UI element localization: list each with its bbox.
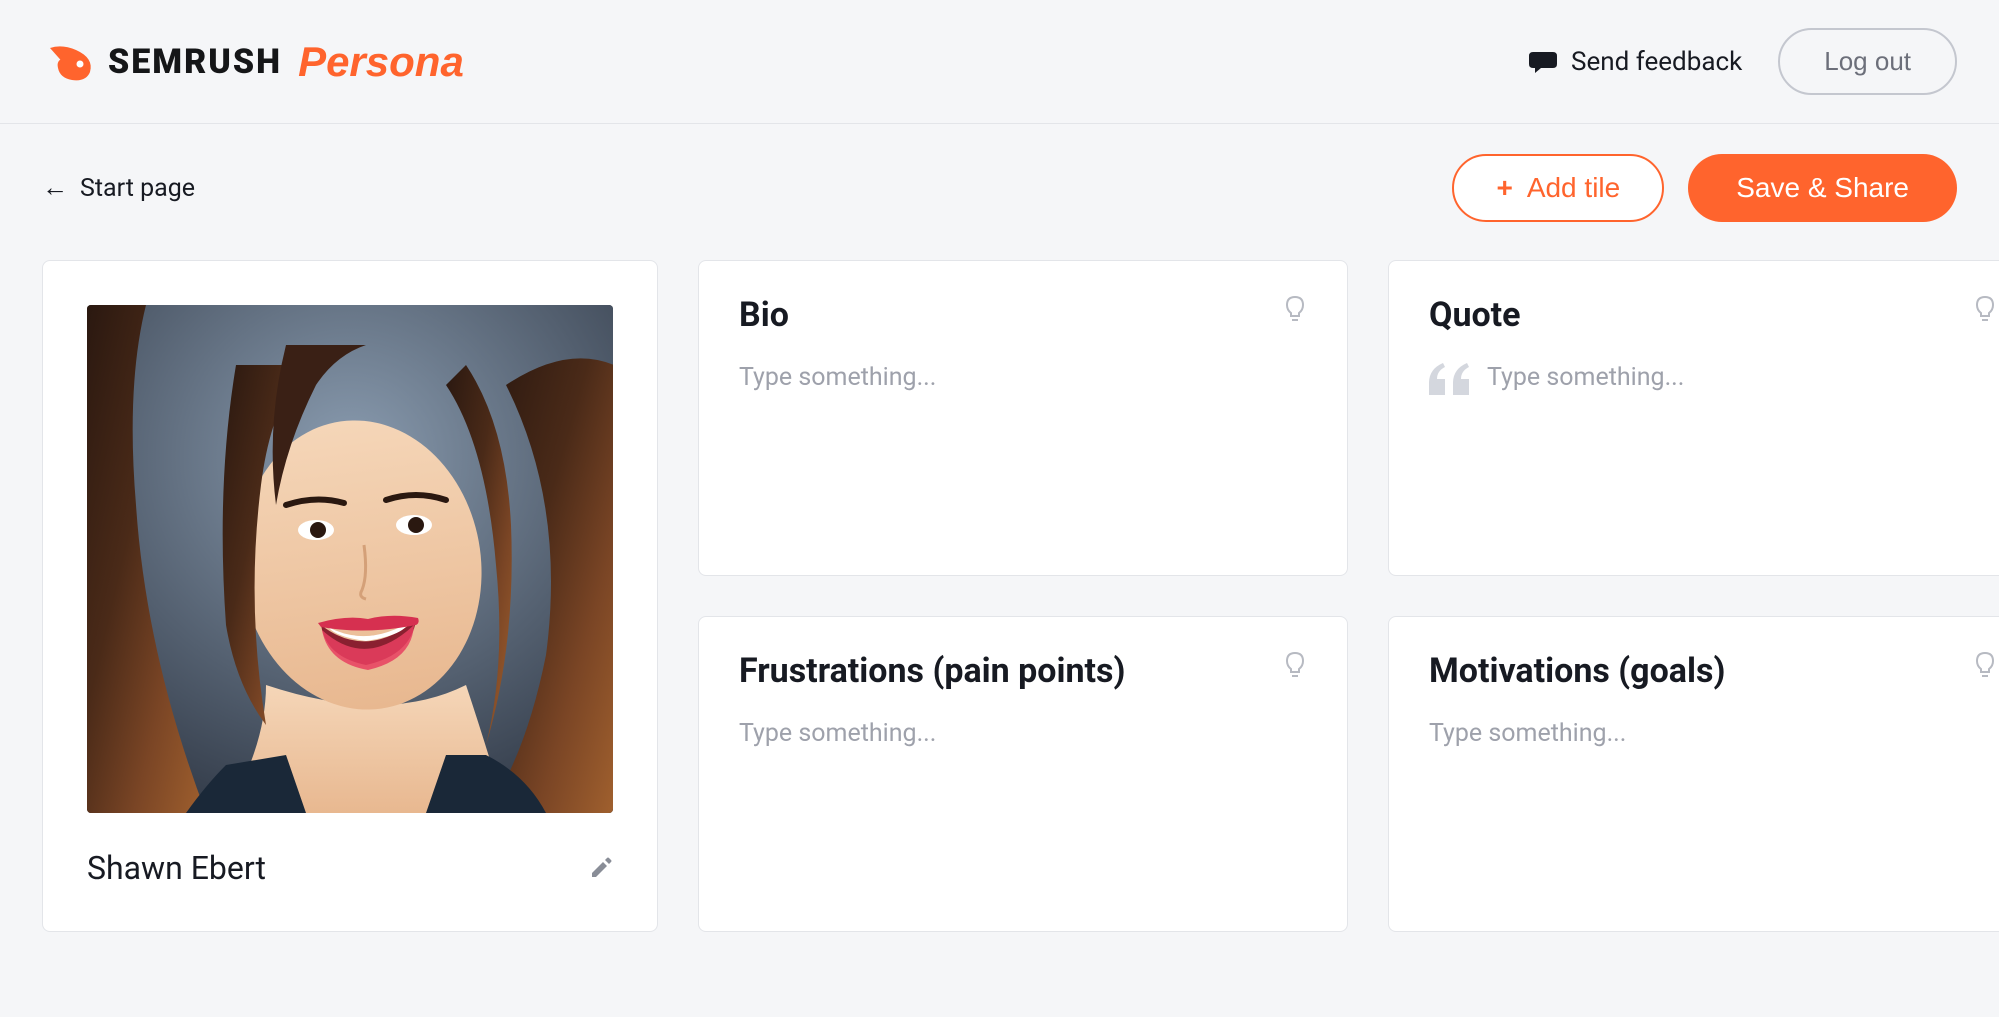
motivations-input[interactable] [1429, 719, 1997, 748]
persona-name-row: Shawn Ebert [87, 849, 613, 887]
send-feedback-link[interactable]: Send feedback [1529, 47, 1742, 77]
frustrations-tile: Frustrations (pain points) [698, 616, 1348, 932]
chat-icon [1529, 50, 1557, 74]
motivations-title: Motivations (goals) [1429, 651, 1725, 691]
lightbulb-icon[interactable] [1283, 295, 1307, 323]
quote-tile: Quote [1388, 260, 1999, 576]
tile-header: Motivations (goals) [1429, 651, 1997, 691]
app-header: SEMRUSH Persona Send feedback Log out [0, 0, 1999, 124]
motivations-tile: Motivations (goals) [1388, 616, 1999, 932]
bio-title: Bio [739, 295, 789, 335]
tile-header: Quote [1429, 295, 1997, 335]
logout-button[interactable]: Log out [1778, 28, 1957, 95]
quote-icon [1429, 363, 1471, 395]
save-share-button[interactable]: Save & Share [1688, 154, 1957, 222]
bio-input[interactable] [739, 363, 1307, 392]
persona-photo[interactable] [87, 305, 613, 813]
add-tile-label: Add tile [1527, 172, 1620, 204]
arrow-left-icon: ← [42, 175, 68, 201]
tile-header: Bio [739, 295, 1307, 335]
tile-grid: Shawn Ebert Bio Quote [0, 250, 1999, 942]
persona-name: Shawn Ebert [87, 849, 266, 887]
bio-tile: Bio [698, 260, 1348, 576]
add-tile-button[interactable]: + Add tile [1452, 154, 1664, 222]
frustrations-title: Frustrations (pain points) [739, 651, 1125, 691]
persona-card: Shawn Ebert [42, 260, 658, 932]
header-actions: Send feedback Log out [1529, 28, 1957, 95]
flame-icon [42, 40, 100, 84]
lightbulb-icon[interactable] [1973, 651, 1997, 679]
feedback-label: Send feedback [1571, 47, 1742, 77]
back-label: Start page [80, 174, 195, 203]
tile-header: Frustrations (pain points) [739, 651, 1307, 691]
lightbulb-icon[interactable] [1283, 651, 1307, 679]
quote-row [1429, 363, 1997, 395]
subheader: ← Start page + Add tile Save & Share [0, 124, 1999, 250]
quote-title: Quote [1429, 295, 1521, 335]
back-link[interactable]: ← Start page [42, 174, 195, 203]
quote-input[interactable] [1487, 363, 1997, 392]
sub-actions: + Add tile Save & Share [1452, 154, 1957, 222]
frustrations-input[interactable] [739, 719, 1307, 748]
plus-icon: + [1496, 174, 1512, 202]
brand-sub-text: Persona [298, 38, 464, 86]
brand-main-text: SEMRUSH [108, 42, 282, 82]
lightbulb-icon[interactable] [1973, 295, 1997, 323]
semrush-logo: SEMRUSH [42, 40, 282, 84]
pencil-icon[interactable] [589, 856, 613, 880]
logo-group: SEMRUSH Persona [42, 38, 464, 86]
